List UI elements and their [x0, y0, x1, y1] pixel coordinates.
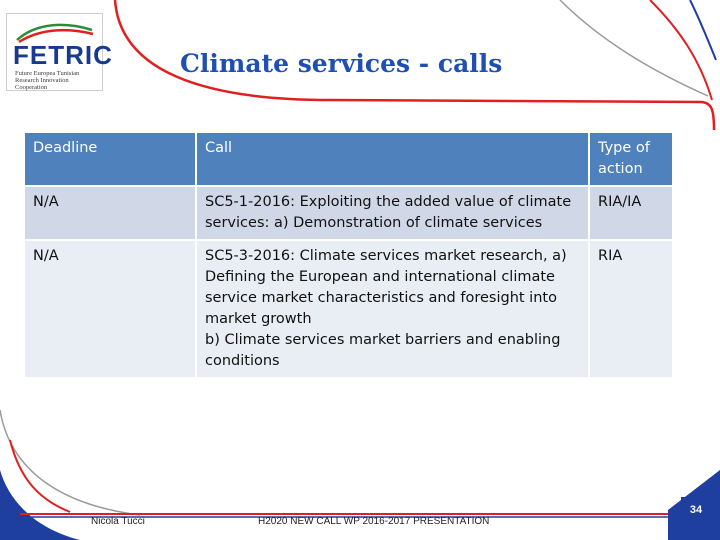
logo-wordmark: FETRIC — [13, 40, 113, 70]
page-number-badge: 34 — [681, 497, 711, 523]
top-right-navy-curve — [689, 0, 717, 61]
title-swoosh-grey — [559, 0, 709, 97]
fetric-logo: FETRIC Future Europea Tunisian Research … — [6, 13, 112, 91]
cell-deadline: N/A — [25, 239, 197, 377]
calls-table: Deadline Call Type of action N/A SC5-1-2… — [25, 133, 672, 377]
table-row: N/A SC5-3-2016: Climate services market … — [25, 239, 672, 377]
top-right-red-curve — [649, 0, 713, 101]
header-deadline: Deadline — [25, 133, 197, 185]
cell-call: SC5-3-2016: Climate services market rese… — [197, 239, 590, 377]
slide-title: Climate services - calls — [180, 49, 503, 78]
cell-deadline: N/A — [25, 185, 197, 239]
bottom-red-arc — [9, 439, 71, 513]
cell-type: RIA/IA — [590, 185, 672, 239]
footer-author: Nicola Tucci — [91, 516, 145, 527]
footer-presentation-title: H2020 NEW CALL WP 2016-2017 PRESENTATION — [258, 516, 490, 527]
bottom-grey-arc — [0, 409, 141, 516]
cell-type: RIA — [590, 239, 672, 377]
table-row: N/A SC5-1-2016: Exploiting the added val… — [25, 185, 672, 239]
bottom-left-navy-block — [0, 470, 80, 540]
cell-call: SC5-1-2016: Exploiting the added value o… — [197, 185, 590, 239]
logo-tagline: Future Europea Tunisian Research Innovat… — [15, 70, 80, 91]
header-type-of-action: Type of action — [590, 133, 672, 185]
header-call: Call — [197, 133, 590, 185]
table-header-row: Deadline Call Type of action — [25, 133, 672, 185]
